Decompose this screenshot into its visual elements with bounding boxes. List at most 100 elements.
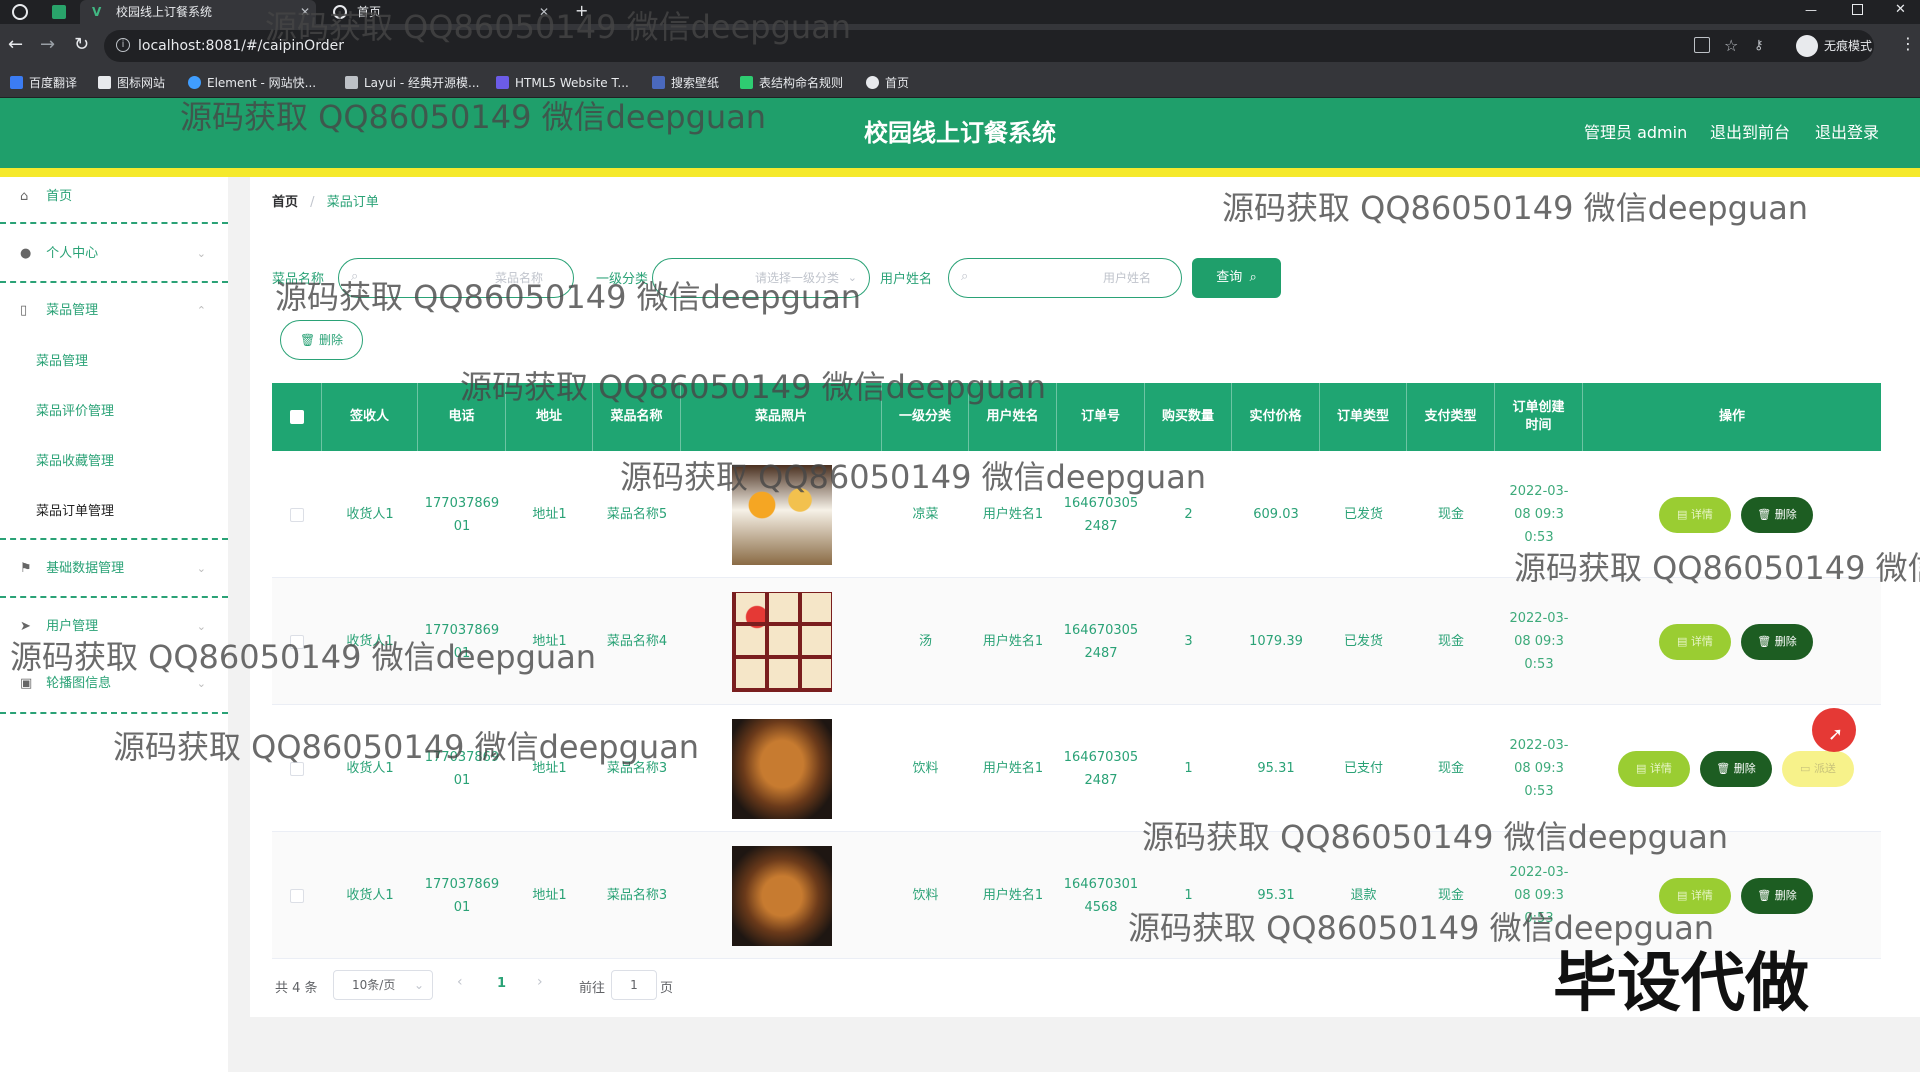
sidebar-item-basic-data[interactable]: ⚑ 基础数据管理 ⌄ [0,557,228,581]
detail-button[interactable]: ▤ 详情 [1659,624,1731,660]
info-icon[interactable]: i [116,38,130,52]
cell-status: 已发货 [1343,634,1383,649]
trash-icon: 🗑︎ [1757,508,1775,521]
pagination-total: 共 4 条 [275,981,318,996]
watermark-badge: 毕设代做 [1553,947,1809,1021]
sidebar-item-home[interactable]: ⌂ 首页 [0,185,228,209]
select-all-cell [272,383,322,451]
prev-page-icon[interactable]: ‹ [457,974,463,990]
delete-button[interactable]: 🗑︎ 删除 [1741,878,1813,914]
breadcrumb-home[interactable]: 首页 [272,195,298,210]
cell-addr: 地址1 [532,507,567,522]
row-checkbox-cell [272,832,322,959]
batch-delete-button[interactable]: 🗑︎ 删除 [280,320,363,360]
cursor-icon: ➚ [1828,724,1844,745]
row-checkbox[interactable] [290,888,304,903]
sidebar-subitem-favorite[interactable]: 菜品收藏管理 [0,450,228,474]
translate-icon[interactable] [1694,37,1710,53]
sidebar-item-personal[interactable]: ● 个人中心 ⌄ [0,242,228,266]
chevron-up-icon: ⌃ [196,304,206,317]
cell-cat: 饮料 [912,761,939,776]
user-name-label: 用户姓名 [880,272,933,287]
col-receiver[interactable]: 签收人 [322,383,418,451]
header-accent-bar [0,168,1920,177]
chevron-down-icon: ⌄ [413,978,424,992]
divider [0,222,228,224]
delete-button[interactable]: 🗑︎ 删除 [1741,624,1813,660]
detail-button[interactable]: ▤ 详情 [1659,497,1731,533]
watermark-text: 源码获取 QQ86050149 微信deepguan [10,638,597,676]
col-order-type[interactable]: 订单类型 [1320,383,1407,451]
flag-icon: ⚑ [20,561,32,576]
sidebar-subitem-dish[interactable]: 菜品管理 [0,350,228,374]
row-checkbox[interactable] [290,507,304,522]
cell-user: 用户姓名1 [982,634,1044,649]
dish-photo-cell [681,705,882,832]
key-icon[interactable]: ⚷ [1754,30,1764,62]
query-button[interactable]: 查询 ⌕ [1192,258,1281,298]
globe-icon [866,76,879,89]
divider [0,538,228,540]
col-quantity[interactable]: 购买数量 [1145,383,1232,451]
restore-icon[interactable] [1852,4,1863,15]
layui-icon [345,76,358,89]
bookmark-item[interactable]: 图标网站 [98,68,165,98]
user-name-input[interactable]: ⌕ 用户姓名 [948,258,1182,298]
watermark-text: 源码获取 QQ86050149 微信deepguan [460,368,1047,406]
cell-pay: 现金 [1437,507,1464,522]
cell-pay: 现金 [1437,634,1464,649]
divider [0,596,228,598]
col-pay-type[interactable]: 支付类型 [1407,383,1495,451]
watermark-text: 源码获取 QQ86050149 微信deepguan [1222,189,1809,227]
sidebar-item-dish-mgmt[interactable]: ▯ 菜品管理 ⌃ [0,299,228,323]
star-icon[interactable]: ☆ [1724,30,1738,62]
window-close-icon[interactable]: ✕ [1895,0,1906,20]
cell-price: 1079.39 [1249,634,1303,649]
bookmark-item[interactable]: 首页 [866,68,909,98]
cell-cat: 汤 [918,634,932,649]
cell-cat: 饮料 [912,888,939,903]
detail-button[interactable]: ▤ 详情 [1618,751,1690,787]
page-number-current[interactable]: 1 [497,976,506,991]
watermark-text: 源码获取 QQ86050149 微信deepguan [1142,818,1729,856]
back-icon[interactable]: ← [8,34,23,55]
delete-button[interactable]: 🗑︎ 删除 [1700,751,1772,787]
cell-dish: 菜品名称4 [606,634,668,649]
profile-label[interactable]: 无痕模式 [1824,24,1872,68]
cell-time: 2022-03-08 09:30:53 [1509,611,1569,672]
cell-qty: 3 [1184,634,1193,649]
watermark-text: 源码获取 QQ86050149 微信deepguan [265,8,852,46]
divider [0,281,228,283]
next-page-icon[interactable]: › [537,974,543,990]
dish-photo-cell [681,832,882,959]
cell-status: 已发货 [1343,507,1383,522]
trash-icon: 🗑︎ [1757,635,1775,648]
minimize-icon[interactable]: — [1805,0,1817,20]
vue-icon: V [92,5,102,19]
incognito-icon[interactable] [1796,35,1818,57]
trash-icon: 🗑︎ [1716,762,1734,775]
cell-receiver: 收货人1 [346,888,394,903]
app-favicon-icon[interactable] [52,5,66,19]
document-icon: ▤ [1636,762,1650,775]
logout-link[interactable]: 退出登录 [1815,98,1879,168]
bookmark-item[interactable]: 百度翻译 [10,68,77,98]
forward-icon[interactable]: → [40,34,55,55]
col-price[interactable]: 实付价格 [1232,383,1320,451]
col-order-no[interactable]: 订单号 [1057,383,1145,451]
select-all-checkbox[interactable] [289,410,304,424]
table-icon [740,76,753,89]
delete-button[interactable]: 🗑︎ 删除 [1741,497,1813,533]
dispatch-button[interactable]: ▭ 派送 [1782,751,1854,787]
sidebar-subitem-review[interactable]: 菜品评价管理 [0,400,228,424]
reload-icon[interactable]: ↻ [74,34,89,55]
dish-photo[interactable] [731,845,832,946]
sidebar-subitem-order[interactable]: 菜品订单管理 [0,500,228,524]
page-size-select[interactable]: 10条/页 ⌄ [333,970,433,1000]
back-to-frontend-link[interactable]: 退出到前台 [1710,98,1790,168]
dish-photo[interactable] [731,718,832,819]
dish-photo[interactable] [731,591,832,692]
goto-page-input[interactable]: 1 [611,970,657,1000]
col-create-time[interactable]: 订单创建时间 [1495,383,1583,451]
menu-dots-icon[interactable]: ⋮ [1900,34,1916,53]
